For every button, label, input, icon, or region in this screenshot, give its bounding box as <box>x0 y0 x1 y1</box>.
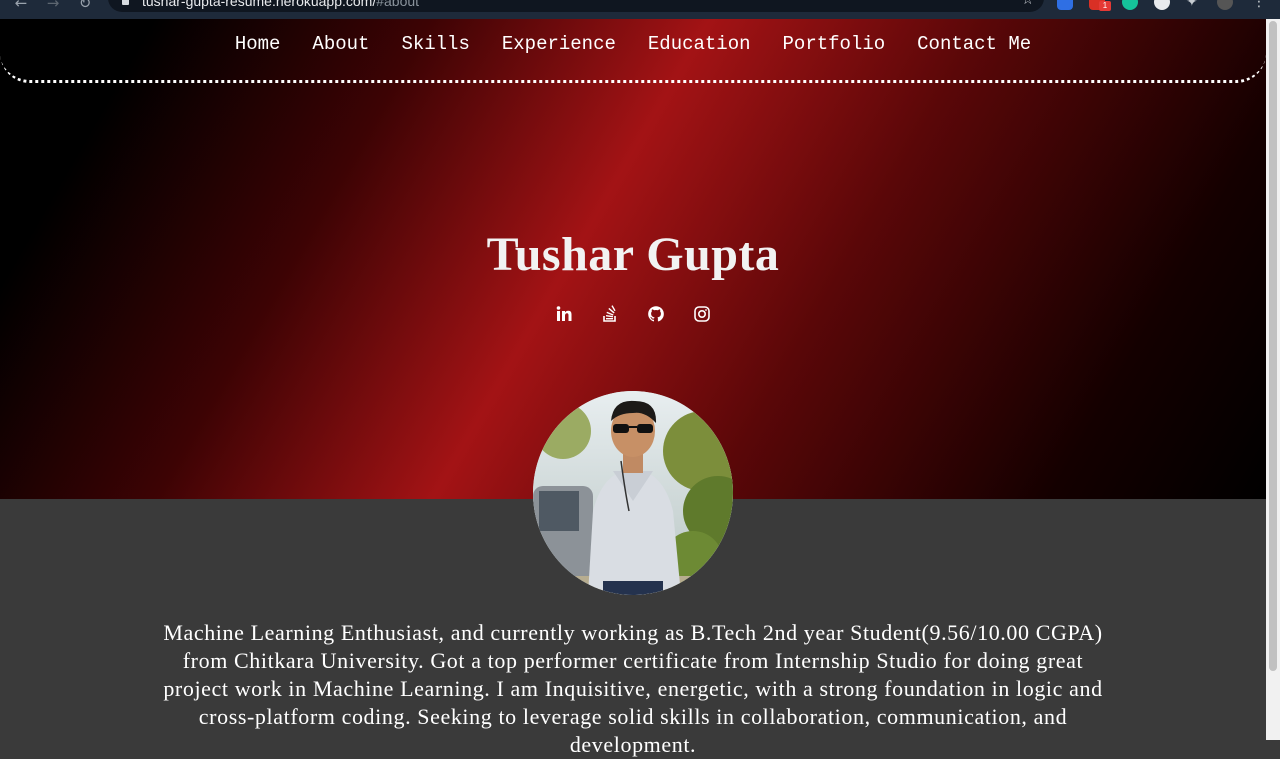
nav-link-home[interactable]: Home <box>235 33 281 55</box>
extension-bookmark-icon[interactable] <box>1057 0 1073 10</box>
profile-name: Tushar Gupta <box>486 228 780 281</box>
social-links <box>0 305 1266 323</box>
nav-link-skills[interactable]: Skills <box>401 33 469 55</box>
stackoverflow-icon[interactable] <box>601 305 619 323</box>
linkedin-icon[interactable] <box>555 305 573 323</box>
address-bar[interactable]: tushar-gupta-resume.herokuapp.com/#about… <box>108 0 1044 12</box>
address-url: tushar-gupta-resume.herokuapp.com/#about <box>142 0 420 9</box>
extension-pdf-icon[interactable]: 1 <box>1089 0 1111 11</box>
nav-link-contact[interactable]: Contact Me <box>917 33 1031 55</box>
lock-icon <box>122 0 129 5</box>
about-text: Machine Learning Enthusiast, and current… <box>163 620 1103 757</box>
about-section: Machine Learning Enthusiast, and current… <box>0 619 1266 759</box>
reload-icon[interactable]: ↻ <box>76 0 94 12</box>
extension-github-icon[interactable] <box>1154 0 1170 10</box>
page-scrollbar[interactable] <box>1266 19 1280 740</box>
nav-link-education[interactable]: Education <box>648 33 751 55</box>
browser-menu-icon[interactable]: ⋮ <box>1252 0 1268 10</box>
extension-badge: 1 <box>1099 1 1111 11</box>
instagram-icon[interactable] <box>693 305 711 323</box>
scrollbar-thumb[interactable] <box>1269 21 1277 671</box>
profile-avatar-photo <box>533 391 733 595</box>
bookmark-star-icon[interactable]: ☆ <box>1021 0 1034 8</box>
extension-grammarly-icon[interactable] <box>1122 0 1138 10</box>
forward-arrow-icon[interactable]: → <box>44 0 62 12</box>
extensions-puzzle-icon[interactable]: ✦ <box>1186 0 1202 10</box>
nav-link-experience[interactable]: Experience <box>502 33 616 55</box>
nav-link-about[interactable]: About <box>312 33 369 55</box>
profile-avatar[interactable] <box>1217 0 1233 10</box>
nav-links: Home About Skills Experience Education P… <box>0 33 1266 55</box>
browser-toolbar: ← → ↻ tushar-gupta-resume.herokuapp.com/… <box>0 0 1280 19</box>
nav-link-portfolio[interactable]: Portfolio <box>783 33 886 55</box>
top-navigation: Home About Skills Experience Education P… <box>0 19 1266 83</box>
github-icon[interactable] <box>647 305 665 323</box>
back-arrow-icon[interactable]: ← <box>12 0 30 12</box>
